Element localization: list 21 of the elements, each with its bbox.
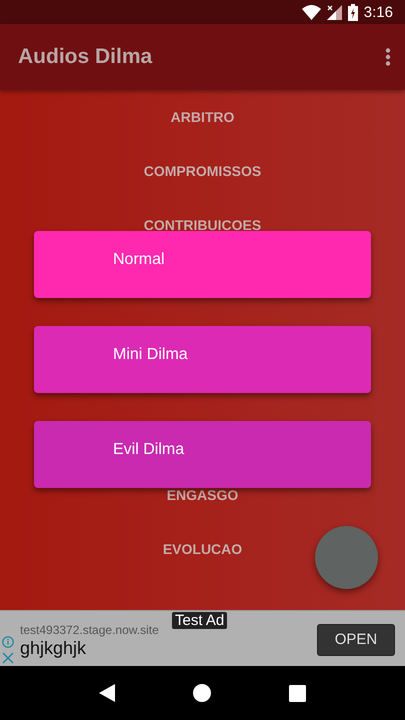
category-item[interactable]: EVOLUCAO bbox=[162, 541, 242, 557]
wifi-icon bbox=[302, 4, 321, 20]
back-icon[interactable] bbox=[99, 684, 115, 702]
category-item[interactable]: COMPROMISSOS bbox=[144, 163, 262, 179]
clock-time: 3:16 bbox=[364, 4, 393, 20]
ad-headline: ghjkghjk bbox=[20, 638, 88, 658]
category-item[interactable]: ENGASGO bbox=[166, 487, 238, 503]
ad-url: test493372.stage.now.site bbox=[20, 622, 160, 636]
home-icon[interactable] bbox=[193, 684, 211, 702]
more-options-icon[interactable] bbox=[385, 48, 391, 66]
open-button[interactable]: OPEN bbox=[317, 624, 395, 656]
category-item[interactable]: ARBITRO bbox=[170, 109, 234, 125]
app-title: Audios Dilma bbox=[18, 45, 154, 69]
category-item[interactable]: CONTRIBUICOES bbox=[144, 217, 262, 233]
battery-icon bbox=[348, 4, 358, 20]
test-ad-label: Test Ad bbox=[172, 612, 228, 629]
voice-option-button[interactable]: Evil Dilma bbox=[34, 421, 371, 488]
voice-option-button[interactable]: Normal bbox=[34, 231, 371, 298]
signal-icon bbox=[326, 4, 342, 20]
voice-option-button[interactable]: Mini Dilma bbox=[34, 326, 371, 393]
recents-icon[interactable] bbox=[289, 684, 306, 702]
